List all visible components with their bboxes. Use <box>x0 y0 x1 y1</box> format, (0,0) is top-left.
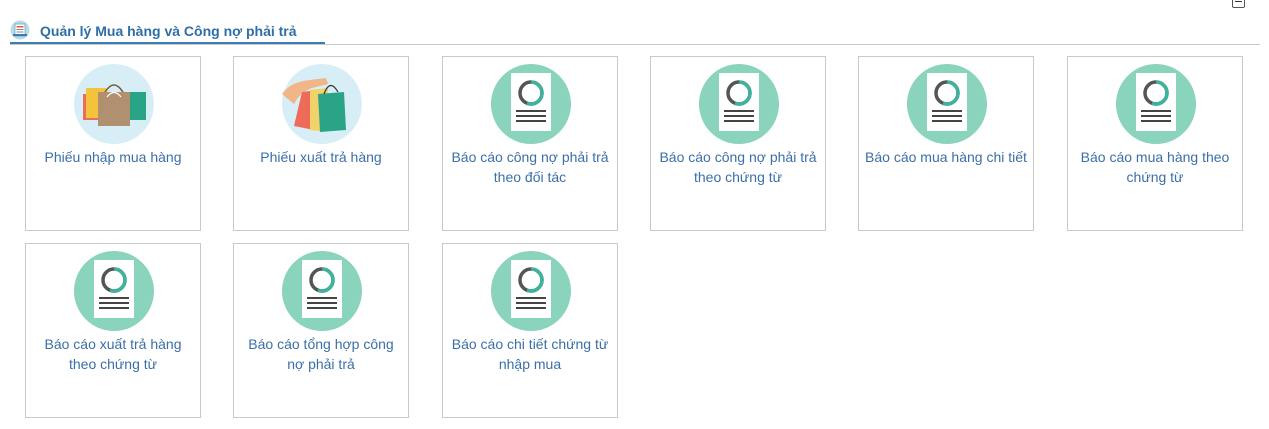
hand-bags-icon <box>282 64 362 144</box>
tile-label: Phiếu nhập mua hàng <box>44 149 182 165</box>
tile-label: Báo cáo mua hàng theo chứng từ <box>1080 149 1230 185</box>
tile-phieu-nhap-mua-hang[interactable]: Phiếu nhập mua hàng <box>25 56 201 231</box>
header-divider <box>10 44 1260 45</box>
section-header: Quản lý Mua hàng và Công nợ phải trả <box>10 18 1260 46</box>
tile-phieu-xuat-tra-hang[interactable]: Phiếu xuất trả hàng <box>233 56 409 231</box>
tile-label: Báo cáo xuất trả hàng theo chứng từ <box>44 336 182 372</box>
report-icon <box>491 251 571 331</box>
tile-bao-cao-mua-hang-theo-chung-tu[interactable]: Báo cáo mua hàng theo chứng từ <box>1067 56 1243 231</box>
collapse-icon[interactable] <box>1232 0 1245 8</box>
page: Quản lý Mua hàng và Công nợ phải trả Phi… <box>0 0 1269 429</box>
tile-label: Báo cáo công nợ phải trả theo đối tác <box>451 149 609 185</box>
tile-bao-cao-cong-no-theo-doi-tac[interactable]: Báo cáo công nợ phải trả theo đối tác <box>442 56 618 231</box>
cart-doc-icon <box>10 20 30 40</box>
report-icon <box>74 251 154 331</box>
tile-label: Báo cáo chi tiết chứng từ nhập mua <box>451 336 609 372</box>
tile-label: Báo cáo tổng hợp công nợ phải trả <box>248 336 394 372</box>
tile-bao-cao-tong-hop-cong-no-phai-tra[interactable]: Báo cáo tổng hợp công nợ phải trả <box>233 243 409 418</box>
tile-bao-cao-mua-hang-chi-tiet[interactable]: Báo cáo mua hàng chi tiết <box>858 56 1034 231</box>
report-icon <box>907 64 987 144</box>
tile-label: Báo cáo mua hàng chi tiết <box>865 149 1027 165</box>
page-title: Quản lý Mua hàng và Công nợ phải trả <box>40 23 297 39</box>
tile-bao-cao-xuat-tra-hang-theo-chung-tu[interactable]: Báo cáo xuất trả hàng theo chứng từ <box>25 243 201 418</box>
tile-label: Báo cáo công nợ phải trả theo chứng từ <box>659 149 817 185</box>
tile-bao-cao-cong-no-theo-chung-tu[interactable]: Báo cáo công nợ phải trả theo chứng từ <box>650 56 826 231</box>
tile-bao-cao-chi-tiet-chung-tu-nhap-mua[interactable]: Báo cáo chi tiết chứng từ nhập mua <box>442 243 618 418</box>
report-icon <box>699 64 779 144</box>
report-icon <box>1116 64 1196 144</box>
tile-label: Phiếu xuất trả hàng <box>260 149 382 165</box>
shopping-bags-icon <box>74 64 154 144</box>
report-icon <box>491 64 571 144</box>
report-icon <box>282 251 362 331</box>
